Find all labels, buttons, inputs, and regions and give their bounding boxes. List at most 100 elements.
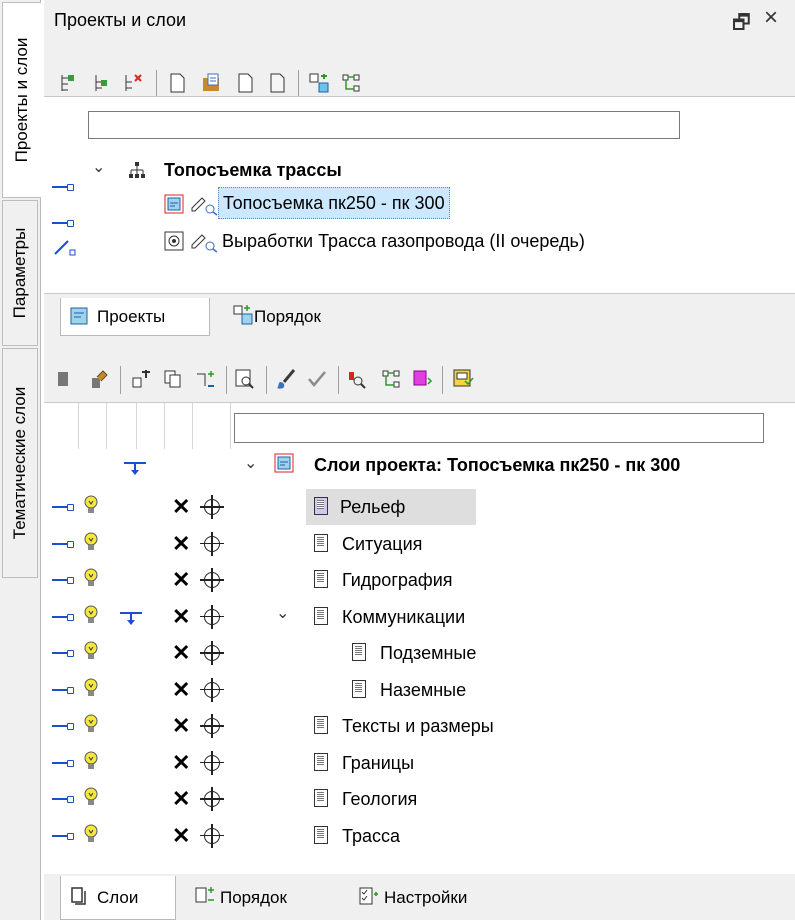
layer-icon[interactable] xyxy=(58,372,68,386)
delete-icon[interactable]: ✕ xyxy=(172,678,190,701)
delete-icon[interactable]: ✕ xyxy=(172,788,190,810)
vtab-thematic-layers[interactable]: Тематические слои xyxy=(2,348,38,578)
delete-icon[interactable]: ✕ xyxy=(172,751,190,774)
find-layer-icon[interactable] xyxy=(346,368,368,390)
layer-color-icon[interactable] xyxy=(412,368,434,390)
layer-label[interactable]: Тексты и размеры xyxy=(342,708,494,744)
layer-label[interactable]: Подземные xyxy=(380,635,476,671)
link-icon[interactable] xyxy=(52,686,74,694)
link-icon[interactable] xyxy=(52,832,74,840)
link-icon[interactable] xyxy=(52,540,74,548)
vtab-projects-layers[interactable]: Проекты и слои xyxy=(2,2,41,198)
vtab-projects-layers-label: Проекты и слои xyxy=(12,37,31,163)
edit-search-icon[interactable] xyxy=(190,194,218,216)
tab-layers[interactable]: Слои xyxy=(60,876,176,920)
link-icon[interactable] xyxy=(52,577,74,584)
layer-label[interactable]: Ситуация xyxy=(342,526,422,562)
chevron-down-icon[interactable]: ⌄ xyxy=(244,453,257,473)
brush-icon[interactable] xyxy=(276,368,298,390)
delete-icon[interactable]: ✕ xyxy=(172,715,190,737)
link-icon[interactable] xyxy=(52,613,74,621)
layer-label[interactable]: Гидрография xyxy=(342,562,453,598)
layer-settings-icon[interactable] xyxy=(452,368,474,390)
open-project-icon[interactable] xyxy=(200,72,222,94)
hierarchy-icon[interactable] xyxy=(380,368,402,390)
chevron-down-icon[interactable]: ⌄ xyxy=(276,603,289,623)
visibility-bulb-icon[interactable] xyxy=(84,678,98,698)
layer-label[interactable]: Наземные xyxy=(380,672,466,708)
close-icon[interactable]: × xyxy=(764,4,778,32)
snap-crosshair-icon[interactable] xyxy=(200,641,224,665)
project-item-label[interactable]: Топосъемка пк250 - пк 300 xyxy=(218,187,450,219)
line-link-icon[interactable] xyxy=(52,235,76,259)
visibility-bulb-icon[interactable] xyxy=(84,532,98,552)
snap-crosshair-icon[interactable] xyxy=(200,568,224,592)
snap-crosshair-icon[interactable] xyxy=(200,787,224,811)
hierarchy-icon[interactable] xyxy=(340,72,362,94)
visibility-bulb-icon[interactable] xyxy=(84,495,98,515)
sublayer-link-icon[interactable] xyxy=(122,459,148,477)
add-subproject-icon[interactable] xyxy=(92,72,114,94)
sublayer-icon[interactable] xyxy=(194,368,216,390)
panel-titlebar: Проекты и слои 🗗 × xyxy=(44,0,795,44)
add-layer-icon[interactable] xyxy=(130,368,152,390)
tab-projects[interactable]: Проекты xyxy=(60,298,210,336)
layer-label[interactable]: Трасса xyxy=(342,818,400,854)
delete-icon[interactable]: ✕ xyxy=(172,824,190,847)
drilling-project-icon[interactable] xyxy=(164,231,184,251)
delete-icon[interactable]: ✕ xyxy=(172,532,190,555)
chevron-down-icon[interactable]: ⌄ xyxy=(92,157,105,177)
link-icon[interactable] xyxy=(52,796,74,803)
snap-crosshair-icon[interactable] xyxy=(200,604,224,629)
visibility-bulb-icon[interactable] xyxy=(84,605,98,625)
sublayer-link-icon[interactable] xyxy=(118,609,144,627)
layer-label[interactable]: Границы xyxy=(342,745,414,781)
link-icon[interactable] xyxy=(52,650,74,657)
link-icon[interactable] xyxy=(52,184,74,191)
link-icon[interactable] xyxy=(52,723,74,730)
visibility-bulb-icon[interactable] xyxy=(84,714,98,734)
visibility-bulb-icon[interactable] xyxy=(84,641,98,661)
visibility-bulb-icon[interactable] xyxy=(84,787,98,807)
project-group-label[interactable]: Топосъемка трассы xyxy=(164,152,342,188)
preview-icon[interactable] xyxy=(234,368,256,390)
new-document-icon[interactable] xyxy=(166,72,188,94)
snap-crosshair-icon[interactable] xyxy=(200,677,224,702)
snap-crosshair-icon[interactable] xyxy=(200,495,224,519)
active-project-icon[interactable] xyxy=(164,194,184,214)
tab-settings[interactable]: Настройки xyxy=(344,876,514,920)
snap-crosshair-icon[interactable] xyxy=(200,823,224,848)
project-item-label[interactable]: Выработки Трасса газопровода (II очередь… xyxy=(222,223,585,259)
layer-label[interactable]: Геология xyxy=(342,781,417,817)
snap-crosshair-icon[interactable] xyxy=(200,750,224,775)
layer-properties-icon[interactable] xyxy=(88,368,110,390)
blank-document-icon[interactable] xyxy=(234,72,256,94)
visibility-bulb-icon[interactable] xyxy=(84,824,98,844)
layer-label[interactable]: Рельеф xyxy=(306,489,476,525)
delete-icon[interactable]: ✕ xyxy=(172,569,190,591)
delete-icon[interactable]: ✕ xyxy=(172,496,190,518)
projects-search-input[interactable] xyxy=(88,111,680,139)
edit-search-icon[interactable] xyxy=(190,231,218,253)
layers-search-input[interactable] xyxy=(234,413,764,443)
delete-icon[interactable]: ✕ xyxy=(172,642,190,664)
snap-crosshair-icon[interactable] xyxy=(200,531,224,556)
visibility-bulb-icon[interactable] xyxy=(84,751,98,771)
link-icon[interactable] xyxy=(52,504,74,511)
document-icon[interactable] xyxy=(266,72,288,94)
delete-icon[interactable]: ✕ xyxy=(172,605,190,628)
copy-layer-icon[interactable] xyxy=(162,368,184,390)
snap-crosshair-icon[interactable] xyxy=(200,714,224,738)
delete-project-icon[interactable] xyxy=(122,72,144,94)
tab-layers-order[interactable]: Порядок xyxy=(180,876,330,920)
layer-label[interactable]: Коммуникации xyxy=(342,599,465,635)
float-window-icon[interactable]: 🗗 xyxy=(732,8,751,42)
add-project-icon[interactable] xyxy=(58,72,80,94)
project-order-icon[interactable] xyxy=(308,72,330,94)
link-icon[interactable] xyxy=(52,759,74,767)
visibility-bulb-icon[interactable] xyxy=(84,568,98,588)
tab-projects-order[interactable]: Порядок xyxy=(218,298,368,336)
link-icon[interactable] xyxy=(52,220,74,227)
vtab-parameters[interactable]: Параметры xyxy=(2,200,38,346)
checkmark-icon[interactable] xyxy=(306,368,328,390)
